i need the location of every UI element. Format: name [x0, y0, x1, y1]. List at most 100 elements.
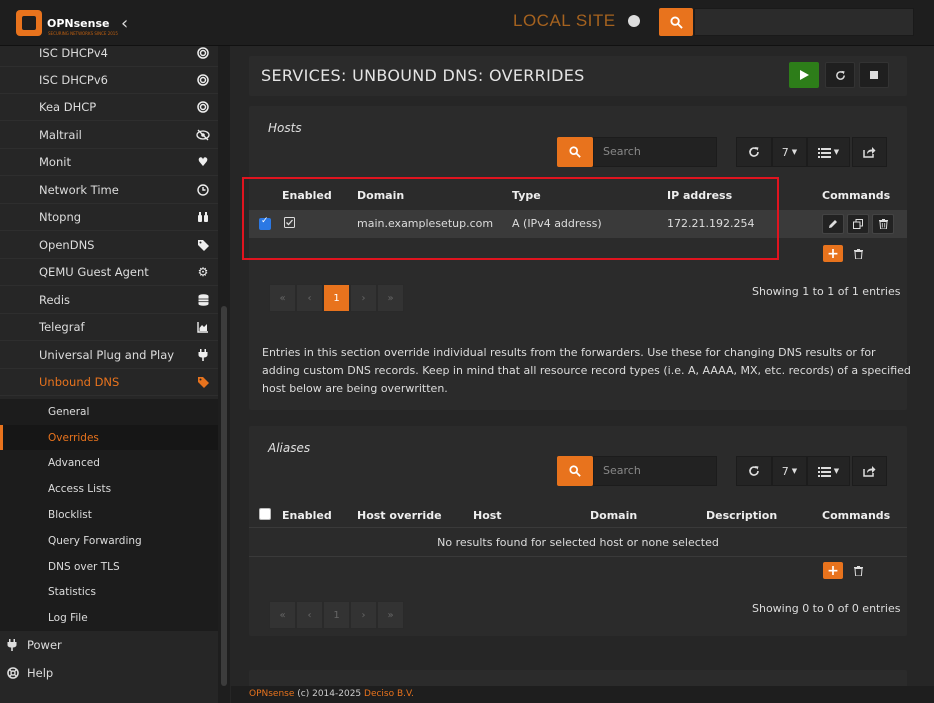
row-select-checkbox[interactable]	[259, 216, 271, 230]
sidebar-item-telegraf[interactable]: Telegraf	[0, 314, 218, 341]
divider	[249, 556, 907, 557]
delete-selected-hosts-button[interactable]	[849, 245, 867, 262]
top-search-input[interactable]	[694, 8, 914, 36]
pager-last[interactable]: »	[377, 284, 404, 312]
col-ip-address[interactable]: IP address	[667, 189, 732, 202]
stop-button[interactable]	[859, 62, 889, 88]
sidebar-item-isc-dhcpv4[interactable]: ISC DHCPv4	[0, 40, 218, 67]
aliases-page-size-dropdown[interactable]: 7 ▼	[772, 456, 807, 486]
opnsense-logo[interactable]: OPNsense SECURING NETWORKS SINCE 2015	[16, 9, 118, 37]
pager-prev[interactable]: ‹	[296, 601, 323, 629]
clone-button[interactable]	[847, 214, 869, 234]
col-enabled[interactable]: Enabled	[282, 509, 332, 522]
col-type[interactable]: Type	[512, 189, 541, 202]
sidebar-item-kea-dhcp[interactable]: Kea DHCP	[0, 94, 218, 121]
hosts-columns-dropdown[interactable]: ▼	[807, 137, 850, 167]
aliases-pagination: « ‹ 1 › »	[269, 601, 404, 629]
trash-icon	[878, 219, 888, 229]
play-icon	[800, 70, 809, 80]
col-description[interactable]: Description	[706, 509, 777, 522]
footer: OPNsense (c) 2014-2025 Deciso B.V.	[231, 686, 934, 703]
pager-page-1[interactable]: 1	[323, 601, 350, 629]
sidebar-scrollbar[interactable]	[218, 46, 230, 703]
sidebar-subitem-dns-over-tls[interactable]: DNS over TLS	[0, 554, 218, 580]
col-domain[interactable]: Domain	[357, 189, 404, 202]
footer-brand-link[interactable]: OPNsense	[249, 689, 294, 699]
hosts-pagination: « ‹ 1 › »	[269, 284, 404, 312]
edit-button[interactable]	[822, 214, 844, 234]
add-alias-button[interactable]: +	[823, 562, 843, 579]
sidebar-subitem-overrides[interactable]: Overrides	[0, 425, 218, 451]
database-icon	[196, 293, 210, 307]
col-domain[interactable]: Domain	[590, 509, 637, 522]
scrollbar-thumb[interactable]	[221, 306, 227, 686]
sidebar-item-redis[interactable]: Redis	[0, 287, 218, 314]
sidebar-subitem-label: DNS over TLS	[48, 561, 120, 573]
apply-button[interactable]	[789, 62, 819, 88]
hosts-page-size-dropdown[interactable]: 7 ▼	[772, 137, 807, 167]
sidebar-item-label: ISC DHCPv6	[39, 73, 108, 87]
aliases-search-input[interactable]: Search	[593, 456, 717, 486]
tags-icon	[196, 238, 210, 252]
sidebar-subitem-label: Statistics	[48, 586, 96, 598]
pager-first[interactable]: «	[269, 284, 296, 312]
sidebar-subitem-general[interactable]: General	[0, 399, 218, 425]
sidebar-subitem-statistics[interactable]: Statistics	[0, 579, 218, 605]
sidebar-item-ntopng[interactable]: Ntopng	[0, 204, 218, 231]
pager-next[interactable]: ›	[350, 601, 377, 629]
pager-next[interactable]: ›	[350, 284, 377, 312]
pager-page-1[interactable]: 1	[323, 284, 350, 312]
hosts-refresh-button[interactable]	[736, 137, 772, 167]
sidebar-item-unbound-dns[interactable]: Unbound DNS	[0, 369, 218, 396]
logo-text: OPNsense	[47, 16, 110, 30]
page-size-value: 7	[781, 464, 789, 478]
sidebar-subitem-blocklist[interactable]: Blocklist	[0, 502, 218, 528]
heartbeat-icon: ♥	[197, 155, 209, 169]
gear-icon: ⚙	[197, 265, 209, 279]
sidebar-item-help[interactable]: Help	[0, 659, 218, 687]
table-row[interactable]: main.examplesetup.com A (IPv4 address) 1…	[249, 210, 907, 238]
area-chart-icon	[196, 320, 210, 334]
pager-first[interactable]: «	[269, 601, 296, 629]
pager-last[interactable]: »	[377, 601, 404, 629]
col-host[interactable]: Host	[473, 509, 502, 522]
pager-prev[interactable]: ‹	[296, 284, 323, 312]
sidebar-item-maltrail[interactable]: Maltrail	[0, 122, 218, 149]
restart-button[interactable]	[825, 62, 855, 88]
sidebar-subitem-query-forwarding[interactable]: Query Forwarding	[0, 528, 218, 554]
target-icon	[196, 73, 210, 87]
sidebar-subitem-access-lists[interactable]: Access Lists	[0, 476, 218, 502]
main-content: SERVICES: UNBOUND DNS: OVERRIDES Hosts S…	[231, 46, 934, 691]
aliases-search-button[interactable]	[557, 456, 593, 486]
sidebar-subitem-log-file[interactable]: Log File	[0, 605, 218, 631]
sidebar-item-qemu-guest-agent[interactable]: QEMU Guest Agent ⚙	[0, 259, 218, 286]
sidebar-item-universal-plug-and-play[interactable]: Universal Plug and Play	[0, 342, 218, 369]
refresh-icon	[749, 147, 759, 157]
col-enabled[interactable]: Enabled	[282, 189, 332, 202]
sidebar-item-monit[interactable]: Monit ♥	[0, 149, 218, 176]
aliases-refresh-button[interactable]	[736, 456, 772, 486]
sidebar-item-label: Ntopng	[39, 210, 82, 224]
sidebar-item-opendns[interactable]: OpenDNS	[0, 232, 218, 259]
hosts-search-button[interactable]	[557, 137, 593, 167]
aliases-export-button[interactable]	[852, 456, 887, 486]
col-commands: Commands	[822, 189, 891, 202]
clock-icon	[196, 183, 210, 197]
sidebar-item-label: OpenDNS	[39, 238, 95, 252]
top-search-button[interactable]	[659, 8, 693, 36]
sidebar-item-network-time[interactable]: Network Time	[0, 177, 218, 204]
col-host-override[interactable]: Host override	[357, 509, 442, 522]
add-host-button[interactable]: +	[823, 245, 843, 262]
sidebar-item-isc-dhcpv6[interactable]: ISC DHCPv6	[0, 67, 218, 94]
sidebar-subitem-advanced[interactable]: Advanced	[0, 450, 218, 476]
delete-button[interactable]	[872, 214, 894, 234]
footer-company-link[interactable]: Deciso B.V.	[364, 689, 414, 699]
select-all-aliases-checkbox[interactable]	[259, 508, 271, 520]
delete-selected-aliases-button[interactable]	[849, 562, 867, 579]
hosts-export-button[interactable]	[852, 137, 887, 167]
sidebar-item-power[interactable]: Power	[0, 631, 218, 659]
hosts-search-input[interactable]: Search	[593, 137, 717, 167]
sidebar-item-label: ISC DHCPv4	[39, 46, 108, 60]
collapse-sidebar-icon[interactable]: ‹	[121, 13, 128, 34]
aliases-columns-dropdown[interactable]: ▼	[807, 456, 850, 486]
